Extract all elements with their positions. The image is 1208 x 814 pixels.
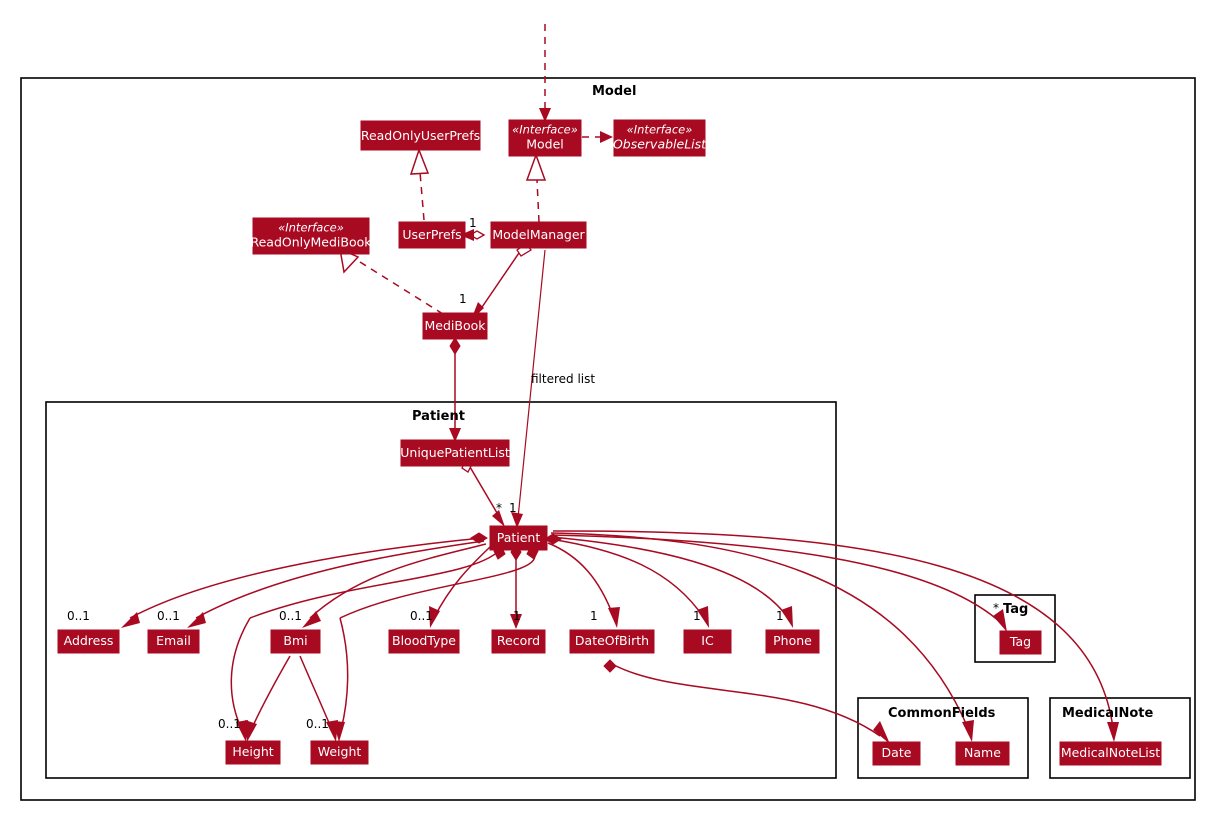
mult-email: 0..1 [157,609,180,623]
diamond-dateofbirth-date [603,659,617,673]
mult-patient-star: * [496,501,502,515]
arrowhead-dateofbirth [608,607,620,628]
class-label-date: Date [882,745,912,760]
class-label-modelmanager: ModelManager [492,227,585,242]
class-label-address: Address [64,633,114,648]
arrowhead-address [121,612,140,628]
class-date-of-birth[interactable]: DateOfBirth [569,629,655,654]
class-user-prefs[interactable]: UserPrefs [398,221,466,249]
edge-userprefs-to-readonlyuserprefs [419,171,425,221]
class-model-interface[interactable]: «Interface» Model [508,119,582,157]
class-label-phone: Phone [773,633,812,648]
class-stereotype-model: «Interface» [512,123,578,137]
edge-patient-to-medicalnotelist [552,530,1114,729]
class-tag[interactable]: Tag [999,630,1042,655]
mult-patient-one: 1 [509,501,517,515]
edge-patient-to-height-top [249,549,501,619]
class-label-patient: Patient [497,530,541,545]
mult-bmi: 0..1 [279,609,302,623]
edge-patient-to-dateofbirth [547,542,615,619]
class-patient[interactable]: Patient [489,525,548,551]
class-medical-note-list[interactable]: MedicalNoteList [1059,741,1162,766]
class-stereotype-readonlymedibook: «Interface» [278,221,344,235]
mult-record: 1 [513,609,521,623]
mult-address: 0..1 [67,609,90,623]
class-label-dateofbirth: DateOfBirth [575,633,649,648]
class-label-email: Email [156,633,191,648]
mult-height: 0..1 [218,717,241,731]
class-label-model: Model [526,137,564,152]
mult-userprefs: 1 [469,216,477,230]
package-title-patient: Patient [412,409,465,424]
arrowhead-name [962,720,974,742]
class-label-observablelist: ObservableList [613,137,707,152]
package-title-model: Model [592,84,636,99]
class-address[interactable]: Address [57,629,120,654]
package-model-frame [20,77,1196,801]
mult-medibook: 1 [459,292,467,306]
class-label-bmi: Bmi [283,633,307,648]
edge-patient-to-phone [550,536,789,619]
class-read-only-user-prefs[interactable]: ReadOnlyUserPrefs [360,120,481,151]
class-weight[interactable]: Weight [310,740,369,765]
class-phone[interactable]: Phone [765,629,820,654]
class-label-bloodtype: BloodType [392,633,456,648]
package-title-medicalnote: MedicalNote [1062,706,1153,721]
class-label-record: Record [497,633,540,648]
arrowhead-bmi [302,611,321,628]
class-email[interactable]: Email [147,629,200,654]
class-ic[interactable]: IC [683,629,732,654]
class-label-height: Height [232,744,273,759]
class-height[interactable]: Height [225,740,281,765]
class-read-only-medibook[interactable]: «Interface» ReadOnlyMediBook [250,217,372,255]
class-blood-type[interactable]: BloodType [388,629,460,654]
class-date[interactable]: Date [872,741,921,766]
mult-dateofbirth: 1 [590,609,598,623]
triangle-readonlyuserprefs [409,147,430,175]
class-label-name: Name [964,745,1001,760]
class-model-manager[interactable]: ModelManager [490,221,587,249]
triangle-model [525,152,547,181]
mult-ic: 1 [693,609,701,623]
class-label-medibook: MediBook [425,318,487,333]
mult-bloodtype: 0..1 [410,609,433,623]
edge-patient-to-ic [549,538,705,619]
arrowhead-model-to-observablelist [600,131,613,143]
class-label-tag: Tag [1009,634,1031,649]
class-label-ic: IC [701,633,714,648]
class-unique-patient-list[interactable]: UniquePatientList [400,439,510,467]
class-medibook[interactable]: MediBook [422,312,488,340]
diagram-canvas: ObservableList (dashed dependency) --> P… [20,24,1196,801]
package-title-tag: Tag [1003,602,1028,617]
edge-modelmanager-to-medibook [477,249,522,314]
class-label-readonlymedibook: ReadOnlyMediBook [250,235,372,250]
edge-patient-weight-curve [339,617,349,731]
edge-dateofbirth-to-date [611,663,881,737]
class-label-userprefs: UserPrefs [402,227,461,242]
edge-patient-height-curve [230,617,251,731]
uml-class-diagram: ObservableList (dashed dependency) --> P… [0,0,1208,814]
class-record[interactable]: Record [491,629,546,654]
mult-weight: 0..1 [306,717,329,731]
class-name[interactable]: Name [955,741,1010,766]
edge-label-filtered-list: filtered list [531,372,595,386]
edge-modelmanager-to-model [536,179,540,223]
mult-phone: 1 [776,609,784,623]
edge-medibook-to-readonlymedibook [359,261,444,315]
edge-bmi-to-height [250,655,291,731]
class-bmi[interactable]: Bmi [270,629,321,654]
class-label-readonlyuserprefs: ReadOnlyUserPrefs [361,128,480,143]
class-label-uniquepatientlist: UniquePatientList [400,445,510,460]
class-label-medicalnotelist: MedicalNoteList [1061,745,1160,760]
arrowhead-email [187,612,206,628]
arrowhead-medicalnotelist [1107,722,1119,742]
package-title-commonfields: CommonFields [888,706,996,721]
mult-tag: * [993,601,999,615]
diamond-medibook-uniquepatientlist [449,337,461,355]
class-observable-list[interactable]: «Interface» ObservableList [613,119,707,157]
class-stereotype-observablelist: «Interface» [627,123,693,137]
class-label-weight: Weight [318,744,362,759]
